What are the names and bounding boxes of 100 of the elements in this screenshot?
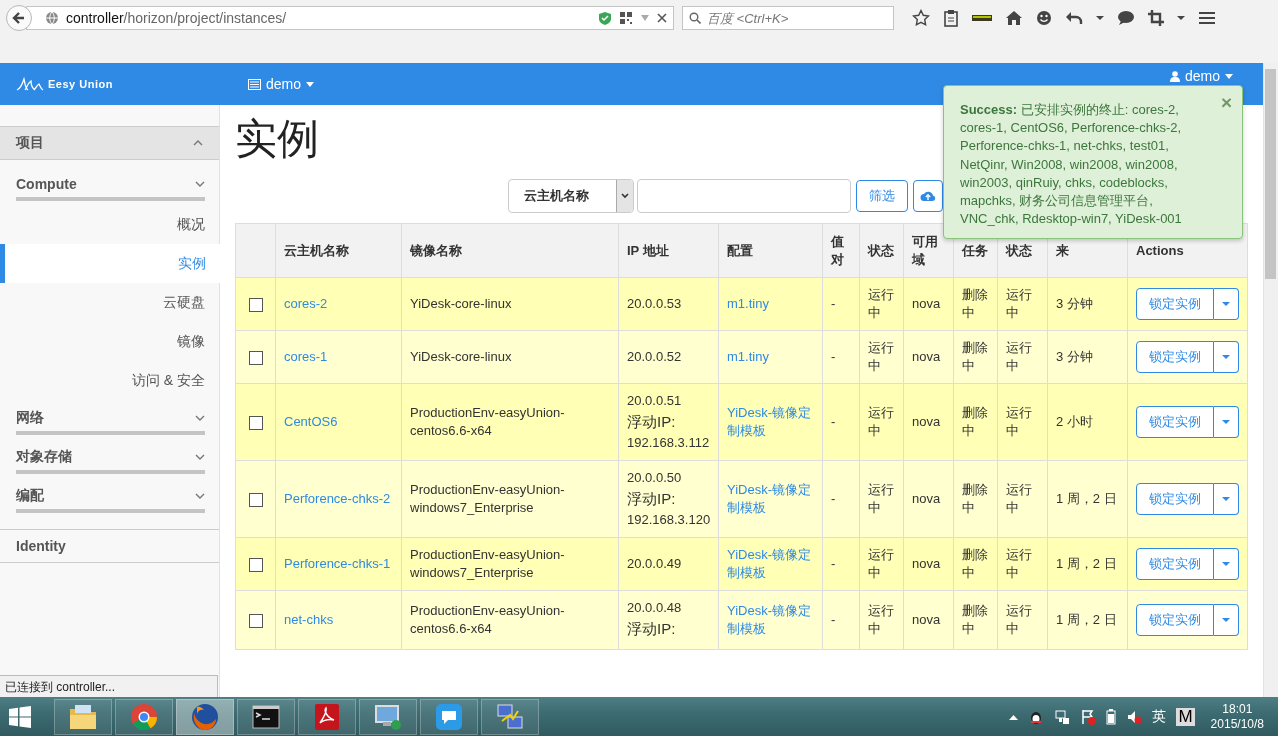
taskbar-app-button[interactable] (237, 698, 295, 735)
taskbar-app-button[interactable] (420, 698, 478, 735)
sidebar-panel-header[interactable]: Identity (0, 529, 219, 563)
dropdown-toggle-button[interactable] (1214, 604, 1239, 636)
row-checkbox[interactable] (248, 350, 263, 365)
close-icon (657, 13, 667, 23)
table-cell-text: 删除中 (962, 481, 989, 517)
floating-ip-label: 浮动IP: (627, 489, 677, 509)
floating-ip-label: 浮动IP: (627, 619, 677, 639)
table-cell: - (831, 413, 836, 431)
sidebar-item[interactable]: 访问 & 安全 (0, 361, 219, 400)
network-status-icon[interactable] (1054, 708, 1071, 725)
undo-icon[interactable] (1065, 11, 1083, 25)
url-path: /horizon/project/instances/ (123, 10, 287, 26)
menu-icon[interactable] (1198, 11, 1216, 25)
project-dropdown[interactable]: demo (248, 76, 315, 92)
row-checkbox[interactable] (248, 492, 263, 507)
smiley-icon[interactable] (1036, 10, 1052, 26)
caret-icon[interactable] (1177, 15, 1185, 21)
table-cell-text: YiDesk-core-linux (410, 348, 513, 366)
scrollbar[interactable] (1263, 63, 1278, 697)
table-cell-text: 运行中 (868, 481, 895, 517)
lock-instance-button[interactable]: 锁定实例 (1136, 548, 1214, 580)
keyboard-indicator[interactable]: M (1176, 707, 1195, 726)
input-method-indicator[interactable]: 英 (1152, 707, 1167, 726)
row-checkbox[interactable] (248, 415, 263, 430)
home-icon[interactable] (1005, 10, 1023, 26)
sidebar-group-header[interactable]: 对象存储 (16, 439, 205, 474)
filter-button[interactable]: 筛选 (856, 180, 908, 212)
instance-name-link[interactable]: cores-1 (284, 349, 328, 364)
lock-instance-button[interactable]: 锁定实例 (1136, 341, 1214, 373)
back-button[interactable] (6, 5, 32, 31)
address-bar[interactable]: controller/horizon/project/instances/ (26, 6, 674, 30)
chevron-down-icon (195, 452, 205, 461)
caret-icon (306, 81, 315, 87)
lock-instance-button[interactable]: 锁定实例 (1136, 406, 1214, 438)
clipboard-icon[interactable] (943, 9, 959, 27)
column-header: IP 地址 (618, 223, 719, 278)
url-host: controller (66, 10, 124, 26)
row-checkbox[interactable] (248, 297, 263, 312)
table-cell: 3 分钟 (1056, 295, 1093, 313)
chevron-down-icon (195, 491, 205, 500)
close-button[interactable]: × (1220, 94, 1232, 112)
dropdown-toggle-button[interactable] (1214, 483, 1239, 515)
table-cell: nova (912, 413, 941, 431)
sidebar-group-header[interactable]: Compute (16, 166, 205, 201)
windows-start-icon[interactable] (8, 704, 32, 729)
table-cell-text: 删除中 (962, 286, 989, 322)
crop-icon[interactable] (1148, 10, 1164, 26)
table-cell-text: 20.0.0.50 (627, 469, 683, 487)
caret-icon (1225, 73, 1233, 79)
cloud-upload-icon (920, 190, 936, 202)
table-cell: - (831, 348, 836, 366)
table-cell: 1 周，2 日 (1056, 611, 1117, 629)
instance-name-link[interactable]: CentOS6 (284, 414, 338, 429)
clock-time[interactable]: 18:01 (1222, 701, 1253, 717)
dropdown-toggle-button[interactable] (1214, 406, 1239, 438)
chat-bubble-icon[interactable] (1117, 10, 1135, 26)
filter-field-select[interactable]: 云主机名称 (508, 179, 634, 213)
star-icon[interactable] (912, 9, 930, 27)
sidebar-item[interactable]: 实例 (0, 244, 220, 283)
user-dropdown[interactable]: demo (1169, 68, 1233, 84)
row-checkbox[interactable] (248, 557, 263, 572)
clock-date[interactable]: 2015/10/8 (1210, 716, 1264, 732)
sidebar-item[interactable]: 云硬盘 (0, 283, 219, 322)
lock-instance-button[interactable]: 锁定实例 (1136, 483, 1214, 515)
table-cell: nova (912, 348, 941, 366)
chevron-down-icon (195, 179, 205, 188)
dropdown-toggle-button[interactable] (1214, 548, 1239, 580)
sidebar-panel-header[interactable]: 项目 (0, 126, 219, 160)
table-cell-text: 运行中 (1006, 404, 1033, 440)
table-cell-text: 20.0.0.49 (627, 555, 683, 573)
row-checkbox[interactable] (248, 613, 263, 628)
lock-instance-button[interactable]: 锁定实例 (1136, 288, 1214, 320)
scrollbar-thumb[interactable] (1265, 69, 1276, 279)
flag-icon[interactable] (1080, 708, 1097, 725)
filter-input[interactable] (637, 179, 851, 213)
sidebar-group-header[interactable]: 编配 (16, 478, 205, 513)
sidebar-item[interactable]: 概况 (0, 205, 219, 244)
dropdown-toggle-button[interactable] (1214, 341, 1239, 373)
sidebar-item[interactable]: 镜像 (0, 322, 219, 361)
search-field[interactable]: 百度 <Ctrl+K> (682, 6, 894, 30)
table-cell-text: ProductionEnv-easyUnion-windows7_Enterprise (410, 481, 566, 517)
table-cell-text: ProductionEnv-easyUnion-windows7_Enterprise (410, 546, 566, 582)
instance-name-link[interactable]: cores-2 (284, 296, 328, 311)
sidebar-group-header[interactable]: 网络 (16, 400, 205, 435)
table-cell-text: YiDesk-core-linux (410, 295, 513, 313)
table-cell-text: 删除中 (962, 404, 989, 440)
table-cell: - (831, 295, 836, 313)
battery-icon[interactable] (1106, 708, 1117, 725)
caret-icon[interactable] (1096, 15, 1104, 21)
battery-bar-icon[interactable] (972, 14, 992, 22)
instance-name-link[interactable]: net-chks (284, 612, 334, 627)
dropdown-toggle-button[interactable] (1214, 288, 1239, 320)
instance-name-link[interactable]: Perforence-chks-2 (284, 491, 391, 506)
chevron-up-icon[interactable] (1009, 713, 1019, 720)
table-cell-text: 运行中 (868, 404, 895, 440)
lock-instance-button[interactable]: 锁定实例 (1136, 604, 1214, 636)
upload-button[interactable] (913, 180, 943, 212)
table-cell: 192.168.3.112 (627, 434, 710, 452)
